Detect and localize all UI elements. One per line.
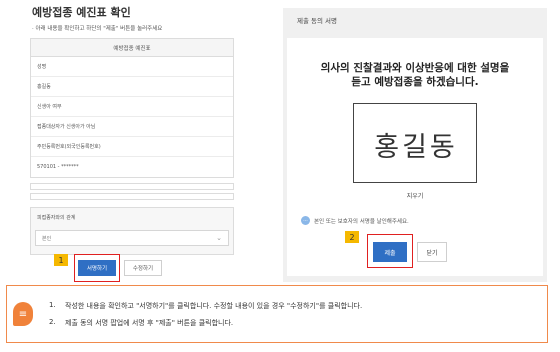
- note-icon: ≡: [13, 302, 33, 326]
- signature-popup: 제출 동의 서명 의사의 진찰결과와 이상반응에 대한 설명을 듣고 예방접종을…: [283, 8, 547, 282]
- signature-pad[interactable]: 홍길동: [353, 103, 477, 183]
- instruction-step: 2. 제출 동의 서명 팝업에 서명 후 "제출" 버튼을 클릭합니다.: [49, 318, 233, 328]
- form-title: 예방접종 예진표 확인: [32, 6, 131, 19]
- relation-section: 피접종자와의 관계 본인 ⌄: [30, 207, 234, 255]
- table-row: 570101 - *******: [37, 164, 79, 170]
- instruction-step: 1. 작성한 내용을 확인하고 "서명하기"를 클릭합니다. 수정할 내용이 있…: [49, 301, 362, 311]
- consent-line-2: 듣고 예방접종을 하겠습니다.: [351, 76, 479, 88]
- step-number: 1.: [49, 301, 56, 309]
- blank-field: [30, 193, 234, 200]
- vaccination-form-panel: 예방접종 예진표 확인 · 아래 내용을 확인하고 하단의 "제출" 버튼을 눌…: [28, 0, 234, 282]
- popup-body: 의사의 진찰결과와 이상반응에 대한 설명을 듣고 예방접종을 하겠습니다. 홍…: [287, 38, 543, 276]
- table-row: 접종대상자가 신생아가 아님: [31, 117, 233, 137]
- sign-button[interactable]: 서명하기: [78, 260, 116, 276]
- notice-text: 본인 또는 보호자의 서명을 날인해주세요.: [314, 218, 409, 225]
- table-header: 예방접종 예진표: [31, 39, 233, 57]
- step-text: 작성한 내용을 확인하고 "서명하기"를 클릭합니다. 수정할 내용이 있을 경…: [65, 302, 363, 310]
- edit-button[interactable]: 수정하기: [124, 260, 162, 276]
- table-row: 성명: [31, 57, 233, 77]
- step-number: 2.: [49, 318, 56, 326]
- table-row: 신생아 여부: [31, 97, 233, 117]
- form-description: · 아래 내용을 확인하고 하단의 "제출" 버튼을 눌러주세요: [32, 26, 163, 32]
- blank-field: [30, 183, 234, 190]
- signature-notice: ··· 본인 또는 보호자의 서명을 날인해주세요.: [301, 216, 409, 225]
- close-button[interactable]: 닫기: [417, 242, 447, 262]
- chevron-down-icon: ⌄: [216, 234, 222, 242]
- step-badge-2: 2: [345, 231, 359, 243]
- relation-label: 피접종자와의 관계: [37, 215, 76, 221]
- submit-button[interactable]: 제출: [373, 242, 407, 262]
- relation-value: 본인: [42, 235, 52, 242]
- instruction-callout: ≡ 1. 작성한 내용을 확인하고 "서명하기"를 클릭합니다. 수정할 내용이…: [6, 285, 548, 343]
- table-row: 홍길동: [31, 77, 233, 97]
- consent-line-1: 의사의 진찰결과와 이상반응에 대한 설명을: [320, 62, 510, 74]
- signature-handwriting: 홍길동: [374, 131, 458, 163]
- prescreening-table: 예방접종 예진표 성명 홍길동 신생아 여부 접종대상자가 신생아가 아님 주민…: [30, 38, 234, 178]
- consent-statement: 의사의 진찰결과와 이상반응에 대한 설명을 듣고 예방접종을 하겠습니다.: [287, 61, 543, 89]
- clear-signature-button[interactable]: 지우기: [287, 191, 543, 200]
- chat-bubble-icon: ···: [301, 216, 310, 225]
- relation-select[interactable]: 본인 ⌄: [35, 230, 229, 246]
- step-text: 제출 동의 서명 팝업에 서명 후 "제출" 버튼을 클릭합니다.: [65, 319, 234, 327]
- step-badge-1: 1: [54, 254, 68, 266]
- screen: 예방접종 예진표 확인 · 아래 내용을 확인하고 하단의 "제출" 버튼을 눌…: [0, 0, 560, 352]
- popup-title: 제출 동의 서명: [297, 17, 338, 25]
- table-row: 주민등록번호(외국인등록번호): [31, 137, 233, 157]
